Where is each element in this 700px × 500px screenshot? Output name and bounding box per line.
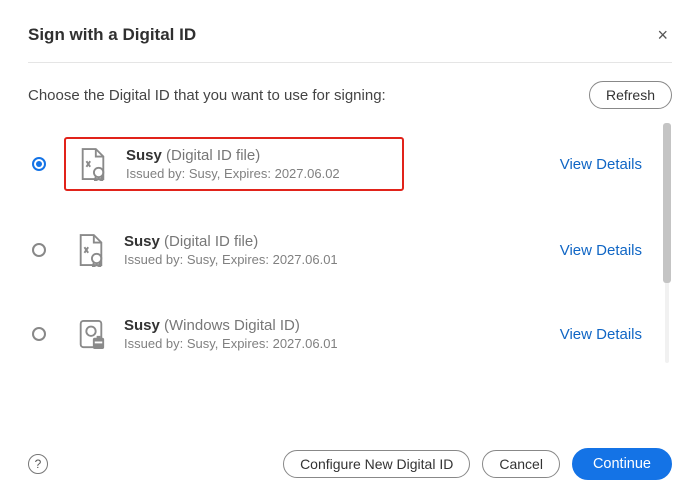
digital-id-title: Susy (Digital ID file): [124, 233, 338, 250]
digital-id-issuer: Issued by: Susy, Expires: 2027.06.02: [126, 166, 340, 181]
digital-id-name: Susy: [126, 147, 162, 164]
radio-selected[interactable]: [32, 157, 46, 171]
digital-id-issuer: Issued by: Susy, Expires: 2027.06.01: [124, 336, 338, 351]
scrollbar[interactable]: [662, 123, 672, 363]
view-details-link[interactable]: View Details: [560, 156, 642, 173]
view-details-link[interactable]: View Details: [560, 326, 642, 343]
scrollbar-thumb[interactable]: [663, 123, 671, 283]
digital-id-type: (Digital ID file): [164, 233, 258, 250]
digital-id-list: Susy (Digital ID file) Issued by: Susy, …: [28, 123, 658, 363]
certificate-file-icon: [76, 233, 106, 267]
help-icon[interactable]: ?: [28, 454, 48, 474]
configure-new-id-button[interactable]: Configure New Digital ID: [283, 450, 470, 478]
digital-id-type: (Digital ID file): [166, 147, 260, 164]
radio-unselected[interactable]: [32, 243, 46, 257]
refresh-button[interactable]: Refresh: [589, 81, 672, 109]
instruction-text: Choose the Digital ID that you want to u…: [28, 87, 386, 104]
digital-id-name: Susy: [124, 317, 160, 334]
view-details-link[interactable]: View Details: [560, 242, 642, 259]
certificate-store-icon: [76, 317, 106, 351]
certificate-file-icon: [78, 147, 108, 181]
dialog-title: Sign with a Digital ID: [28, 25, 196, 45]
cancel-button[interactable]: Cancel: [482, 450, 560, 478]
digital-id-title: Susy (Digital ID file): [126, 147, 340, 164]
digital-id-issuer: Issued by: Susy, Expires: 2027.06.01: [124, 252, 338, 267]
digital-id-item[interactable]: Susy (Digital ID file) Issued by: Susy, …: [28, 211, 658, 289]
digital-id-item[interactable]: Susy (Windows Digital ID) Issued by: Sus…: [28, 295, 658, 363]
continue-button[interactable]: Continue: [572, 448, 672, 480]
digital-id-name: Susy: [124, 233, 160, 250]
digital-id-type: (Windows Digital ID): [164, 317, 300, 334]
close-icon[interactable]: ×: [653, 22, 672, 48]
digital-id-title: Susy (Windows Digital ID): [124, 317, 338, 334]
digital-id-item[interactable]: Susy (Digital ID file) Issued by: Susy, …: [28, 123, 658, 205]
radio-unselected[interactable]: [32, 327, 46, 341]
divider: [28, 62, 672, 63]
